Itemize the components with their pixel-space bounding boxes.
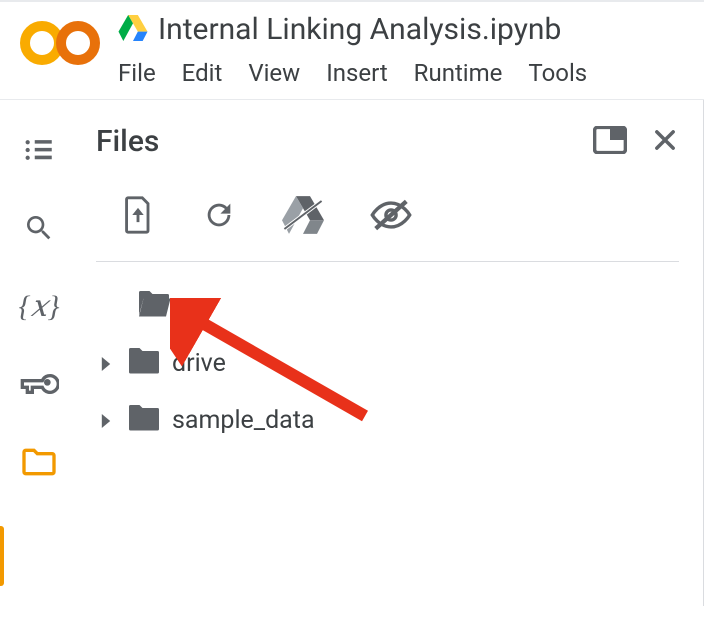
menu-insert[interactable]: Insert — [326, 59, 387, 87]
doc-title[interactable]: Internal Linking Analysis.ipynb — [158, 12, 561, 47]
tree-parent-row[interactable]: .. — [96, 278, 679, 335]
colab-logo-icon — [20, 18, 100, 72]
hide-hidden-icon[interactable] — [370, 198, 412, 236]
files-icon[interactable] — [19, 442, 59, 482]
tree-item-label[interactable]: drive — [172, 349, 226, 378]
secrets-icon[interactable] — [19, 364, 59, 404]
upload-icon[interactable] — [120, 195, 156, 239]
menubar: File Edit View Insert Runtime Tools — [118, 55, 587, 93]
title-row: Internal Linking Analysis.ipynb — [118, 12, 587, 47]
main: {𝑥} Files — [0, 100, 704, 606]
variables-icon[interactable]: {𝑥} — [19, 286, 59, 326]
folder-open-icon — [136, 288, 172, 325]
menu-tools[interactable]: Tools — [528, 59, 587, 87]
file-tree: .. drive sample_data — [96, 262, 679, 449]
top-bar: Internal Linking Analysis.ipynb File Edi… — [0, 0, 704, 100]
files-panel-controls — [593, 126, 679, 158]
expand-icon[interactable] — [96, 349, 116, 378]
tree-row[interactable]: sample_data — [96, 392, 679, 449]
menu-runtime[interactable]: Runtime — [414, 59, 503, 87]
search-icon[interactable] — [19, 208, 59, 248]
menu-view[interactable]: View — [248, 59, 300, 87]
popout-icon[interactable] — [593, 126, 627, 158]
menu-edit[interactable]: Edit — [182, 59, 223, 87]
expand-icon[interactable] — [96, 406, 116, 435]
drive-icon — [118, 15, 148, 45]
title-area: Internal Linking Analysis.ipynb File Edi… — [118, 12, 587, 93]
folder-icon — [126, 402, 162, 439]
files-panel-title: Files — [96, 124, 159, 159]
active-rail-indicator — [0, 526, 4, 586]
files-panel-header: Files — [96, 124, 679, 159]
menu-file[interactable]: File — [118, 59, 156, 87]
tree-item-label[interactable]: sample_data — [172, 406, 315, 435]
left-rail: {𝑥} — [0, 100, 78, 606]
tree-parent-label[interactable]: .. — [182, 292, 195, 321]
folder-icon — [126, 345, 162, 382]
refresh-icon[interactable] — [202, 198, 236, 236]
files-panel: Files — [78, 100, 704, 606]
files-toolbar — [96, 189, 679, 262]
mount-drive-icon[interactable] — [282, 196, 324, 238]
toc-icon[interactable] — [19, 130, 59, 170]
close-icon[interactable] — [651, 126, 679, 158]
tree-row[interactable]: drive — [96, 335, 679, 392]
